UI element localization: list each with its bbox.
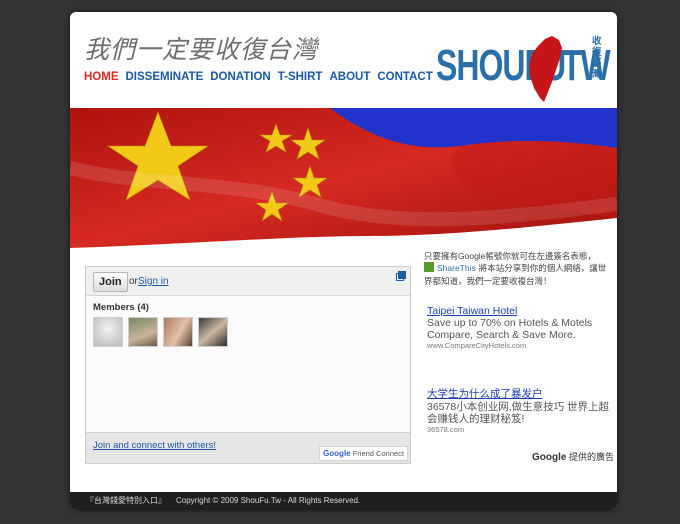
flag-banner: [70, 108, 617, 248]
footer-special-link[interactable]: 『台灣錢愛特別入口』: [86, 496, 166, 505]
members-title: Members (4): [93, 302, 149, 313]
gfc-label: Friend Connect: [352, 449, 404, 458]
footer-copyright: Copyright © 2009 ShouFu.Tw - All Rights …: [176, 496, 361, 505]
google-friend-connect-badge[interactable]: Google Friend Connect: [319, 446, 408, 461]
ad-block: Taipei Taiwan Hotel Save up to 70% on Ho…: [427, 305, 612, 350]
member-avatar[interactable]: [93, 317, 123, 347]
widget-toolbar: Join or Sign in: [86, 267, 410, 296]
logo-chinese-text: 收復臺灣: [592, 36, 602, 80]
ad-title-link[interactable]: 大学生为什么成了暴发户: [427, 386, 612, 401]
ads-by-google[interactable]: Google 提供的廣告: [532, 450, 614, 463]
nav-home[interactable]: HOME: [84, 71, 119, 83]
sharethis-link[interactable]: ShareThis: [437, 263, 476, 273]
calligraphy-title: 我們一定要收復台灣: [84, 35, 319, 64]
join-connect-link[interactable]: Join and connect with others!: [93, 440, 216, 451]
nav-contact[interactable]: CONTACT: [377, 71, 432, 83]
widget-footer: Join and connect with others! Google Fri…: [86, 432, 410, 463]
site-footer: 『台灣錢愛特別入口』 Copyright © 2009 ShouFu.Tw - A…: [70, 492, 617, 510]
main-nav: HOME DISSEMINATE DONATION T-SHIRT ABOUT …: [84, 71, 433, 83]
member-avatar[interactable]: [163, 317, 193, 347]
ad-url[interactable]: 36578.com: [427, 425, 612, 434]
or-label: or: [129, 276, 138, 287]
gfc-google-label: Google: [323, 449, 351, 458]
sign-in-link[interactable]: Sign in: [138, 276, 169, 287]
ads-google-label: Google: [532, 452, 567, 463]
popout-icon[interactable]: [396, 271, 406, 281]
nav-disseminate[interactable]: DISSEMINATE: [126, 71, 204, 83]
share-icon[interactable]: [424, 262, 434, 272]
taiwan-map-icon: [529, 36, 562, 102]
nav-about[interactable]: ABOUT: [329, 71, 370, 83]
member-avatar[interactable]: [128, 317, 158, 347]
ad-description: Save up to 70% on Hotels & Motels Compar…: [427, 317, 593, 341]
ad-url[interactable]: www.CompareCityHotels.com: [427, 341, 612, 350]
nav-tshirt[interactable]: T-SHIRT: [278, 71, 323, 83]
ad-title-link[interactable]: Taipei Taiwan Hotel: [427, 305, 612, 317]
nav-donation[interactable]: DONATION: [210, 71, 270, 83]
ads-provided-label: 提供的廣告: [568, 452, 614, 462]
ad-block: 大学生为什么成了暴发户 36578小本创业网,做生意技巧 世界上超会赚钱人的理财…: [427, 386, 612, 434]
friend-connect-widget: Join or Sign in Members (4) Join and con…: [85, 266, 411, 464]
join-button[interactable]: Join: [93, 272, 128, 292]
share-row: ShareThis 將本站分享到你的個人網絡，讓世界都知道，我們一定要收複台灣！: [424, 262, 614, 288]
members-list: [93, 317, 228, 347]
site-logo[interactable]: SHOUFU ● TW 收復臺灣: [436, 34, 611, 108]
page-container: 我們一定要收復台灣 HOME DISSEMINATE DONATION T-SH…: [70, 12, 617, 510]
member-avatar[interactable]: [198, 317, 228, 347]
ad-description: 36578小本创业网,做生意技巧 世界上超会赚钱人的理财秘笈!: [427, 401, 610, 425]
